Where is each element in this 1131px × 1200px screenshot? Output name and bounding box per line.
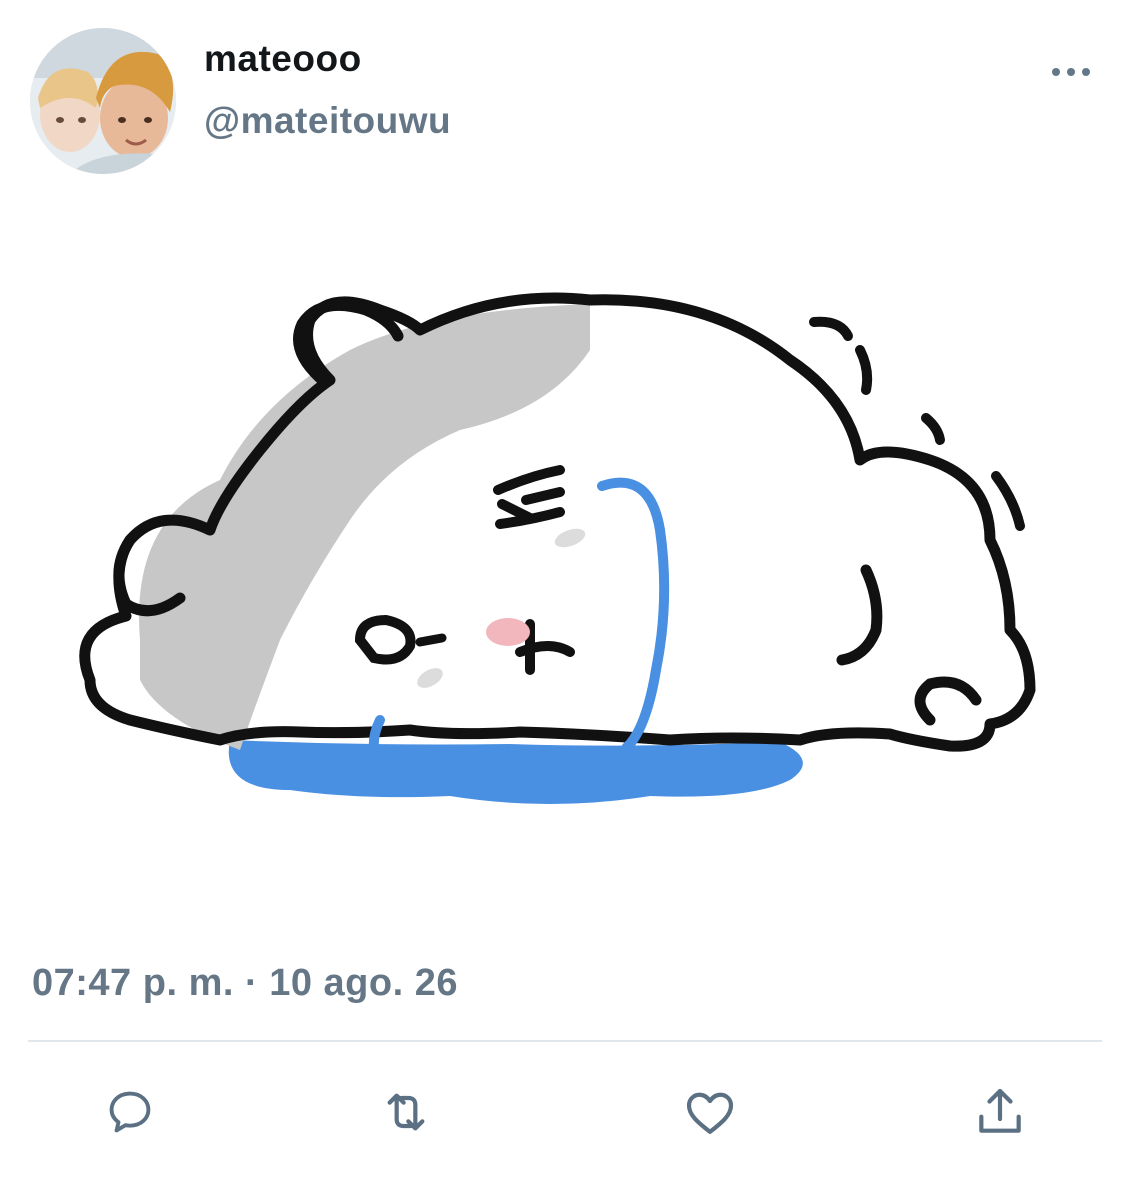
tweet-detail: mateooo @mateitouwu 07:47 p. m. · 10 ago… xyxy=(0,0,1131,1200)
share-button[interactable] xyxy=(970,1082,1030,1142)
more-options-button[interactable] xyxy=(1046,54,1096,90)
bottom-spacer xyxy=(0,1184,1131,1200)
tweet-media-image[interactable] xyxy=(30,200,1100,900)
like-button[interactable] xyxy=(680,1082,740,1142)
reply-icon xyxy=(109,1091,151,1133)
tweet-timestamp[interactable]: 07:47 p. m. · 10 ago. 26 xyxy=(32,962,458,1005)
divider xyxy=(28,1040,1102,1042)
avatar[interactable] xyxy=(30,28,176,174)
share-icon xyxy=(979,1088,1021,1133)
display-name[interactable]: mateooo xyxy=(204,38,362,80)
retweet-button[interactable] xyxy=(376,1082,436,1142)
heart-icon xyxy=(686,1092,734,1134)
username-handle[interactable]: @mateitouwu xyxy=(204,100,451,142)
reply-button[interactable] xyxy=(100,1082,160,1142)
more-horizontal-icon xyxy=(1052,68,1090,76)
retweet-icon xyxy=(387,1093,425,1131)
